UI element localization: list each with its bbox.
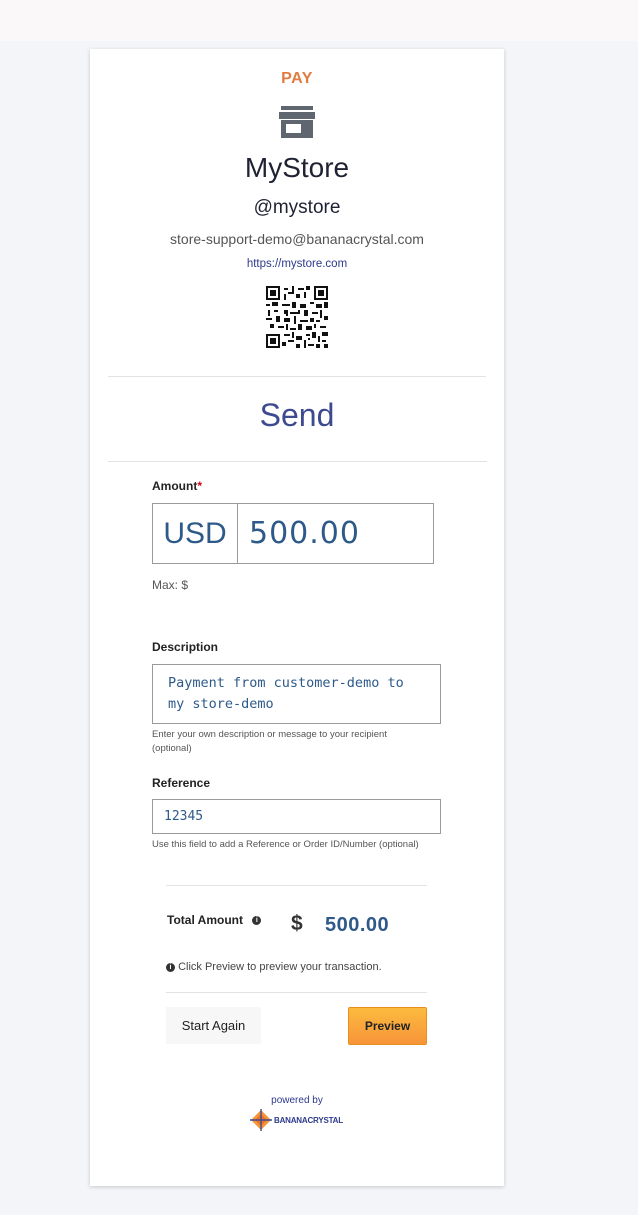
store-handle: @mystore — [253, 197, 341, 218]
reference-label: Reference — [152, 776, 211, 790]
powered-by-label: powered by — [271, 1095, 323, 1106]
store-icon — [279, 106, 315, 138]
divider — [166, 992, 427, 993]
bananacrystal-logo[interactable]: BANANACRYSTAL — [250, 1109, 343, 1131]
currency-select[interactable]: USD — [153, 504, 238, 563]
start-again-button[interactable]: Start Again — [166, 1007, 261, 1044]
qr-code-icon — [266, 286, 328, 348]
amount-label-text: Amount — [152, 479, 198, 493]
preview-note-text: Click Preview to preview your transactio… — [178, 961, 382, 973]
info-icon: i — [166, 962, 175, 972]
total-currency-symbol: $ — [291, 912, 303, 935]
divider — [166, 885, 427, 886]
amount-label: Amount* — [152, 479, 202, 493]
max-amount-label: Max: $ — [152, 578, 189, 592]
bananacrystal-logo-icon — [250, 1109, 272, 1131]
preview-button[interactable]: Preview — [348, 1007, 427, 1045]
preview-note: i Click Preview to preview your transact… — [166, 961, 382, 973]
store-name: MyStore — [244, 152, 350, 183]
total-amount-value: 500.00 — [325, 914, 390, 936]
info-icon[interactable]: i — [252, 916, 262, 926]
payment-card: PAY MyStore @mystore store-support-demo@… — [90, 49, 504, 1186]
divider — [108, 461, 487, 462]
required-mark: * — [197, 479, 202, 493]
pay-label: PAY — [281, 70, 313, 87]
brand-name: BANANACRYSTAL — [274, 1115, 343, 1125]
description-hint: Enter your own description or message to… — [152, 729, 387, 754]
reference-input[interactable]: 12345 — [152, 799, 441, 834]
total-amount-label: Total Amount i — [167, 913, 262, 927]
store-email: store-support-demo@bananacrystal.com — [170, 231, 424, 247]
amount-field: USD 500.00 — [152, 503, 434, 564]
reference-hint: Use this field to add a Reference or Ord… — [152, 839, 419, 850]
top-bar — [0, 0, 638, 41]
amount-input[interactable]: 500.00 — [238, 504, 433, 563]
description-label: Description — [152, 640, 219, 654]
divider — [108, 376, 486, 377]
page-title: Send — [259, 397, 335, 433]
total-amount-label-text: Total Amount — [167, 913, 243, 927]
description-input[interactable]: Payment from customer-demo to my store-d… — [152, 664, 441, 724]
store-url-link[interactable]: https://mystore.com — [247, 258, 347, 270]
